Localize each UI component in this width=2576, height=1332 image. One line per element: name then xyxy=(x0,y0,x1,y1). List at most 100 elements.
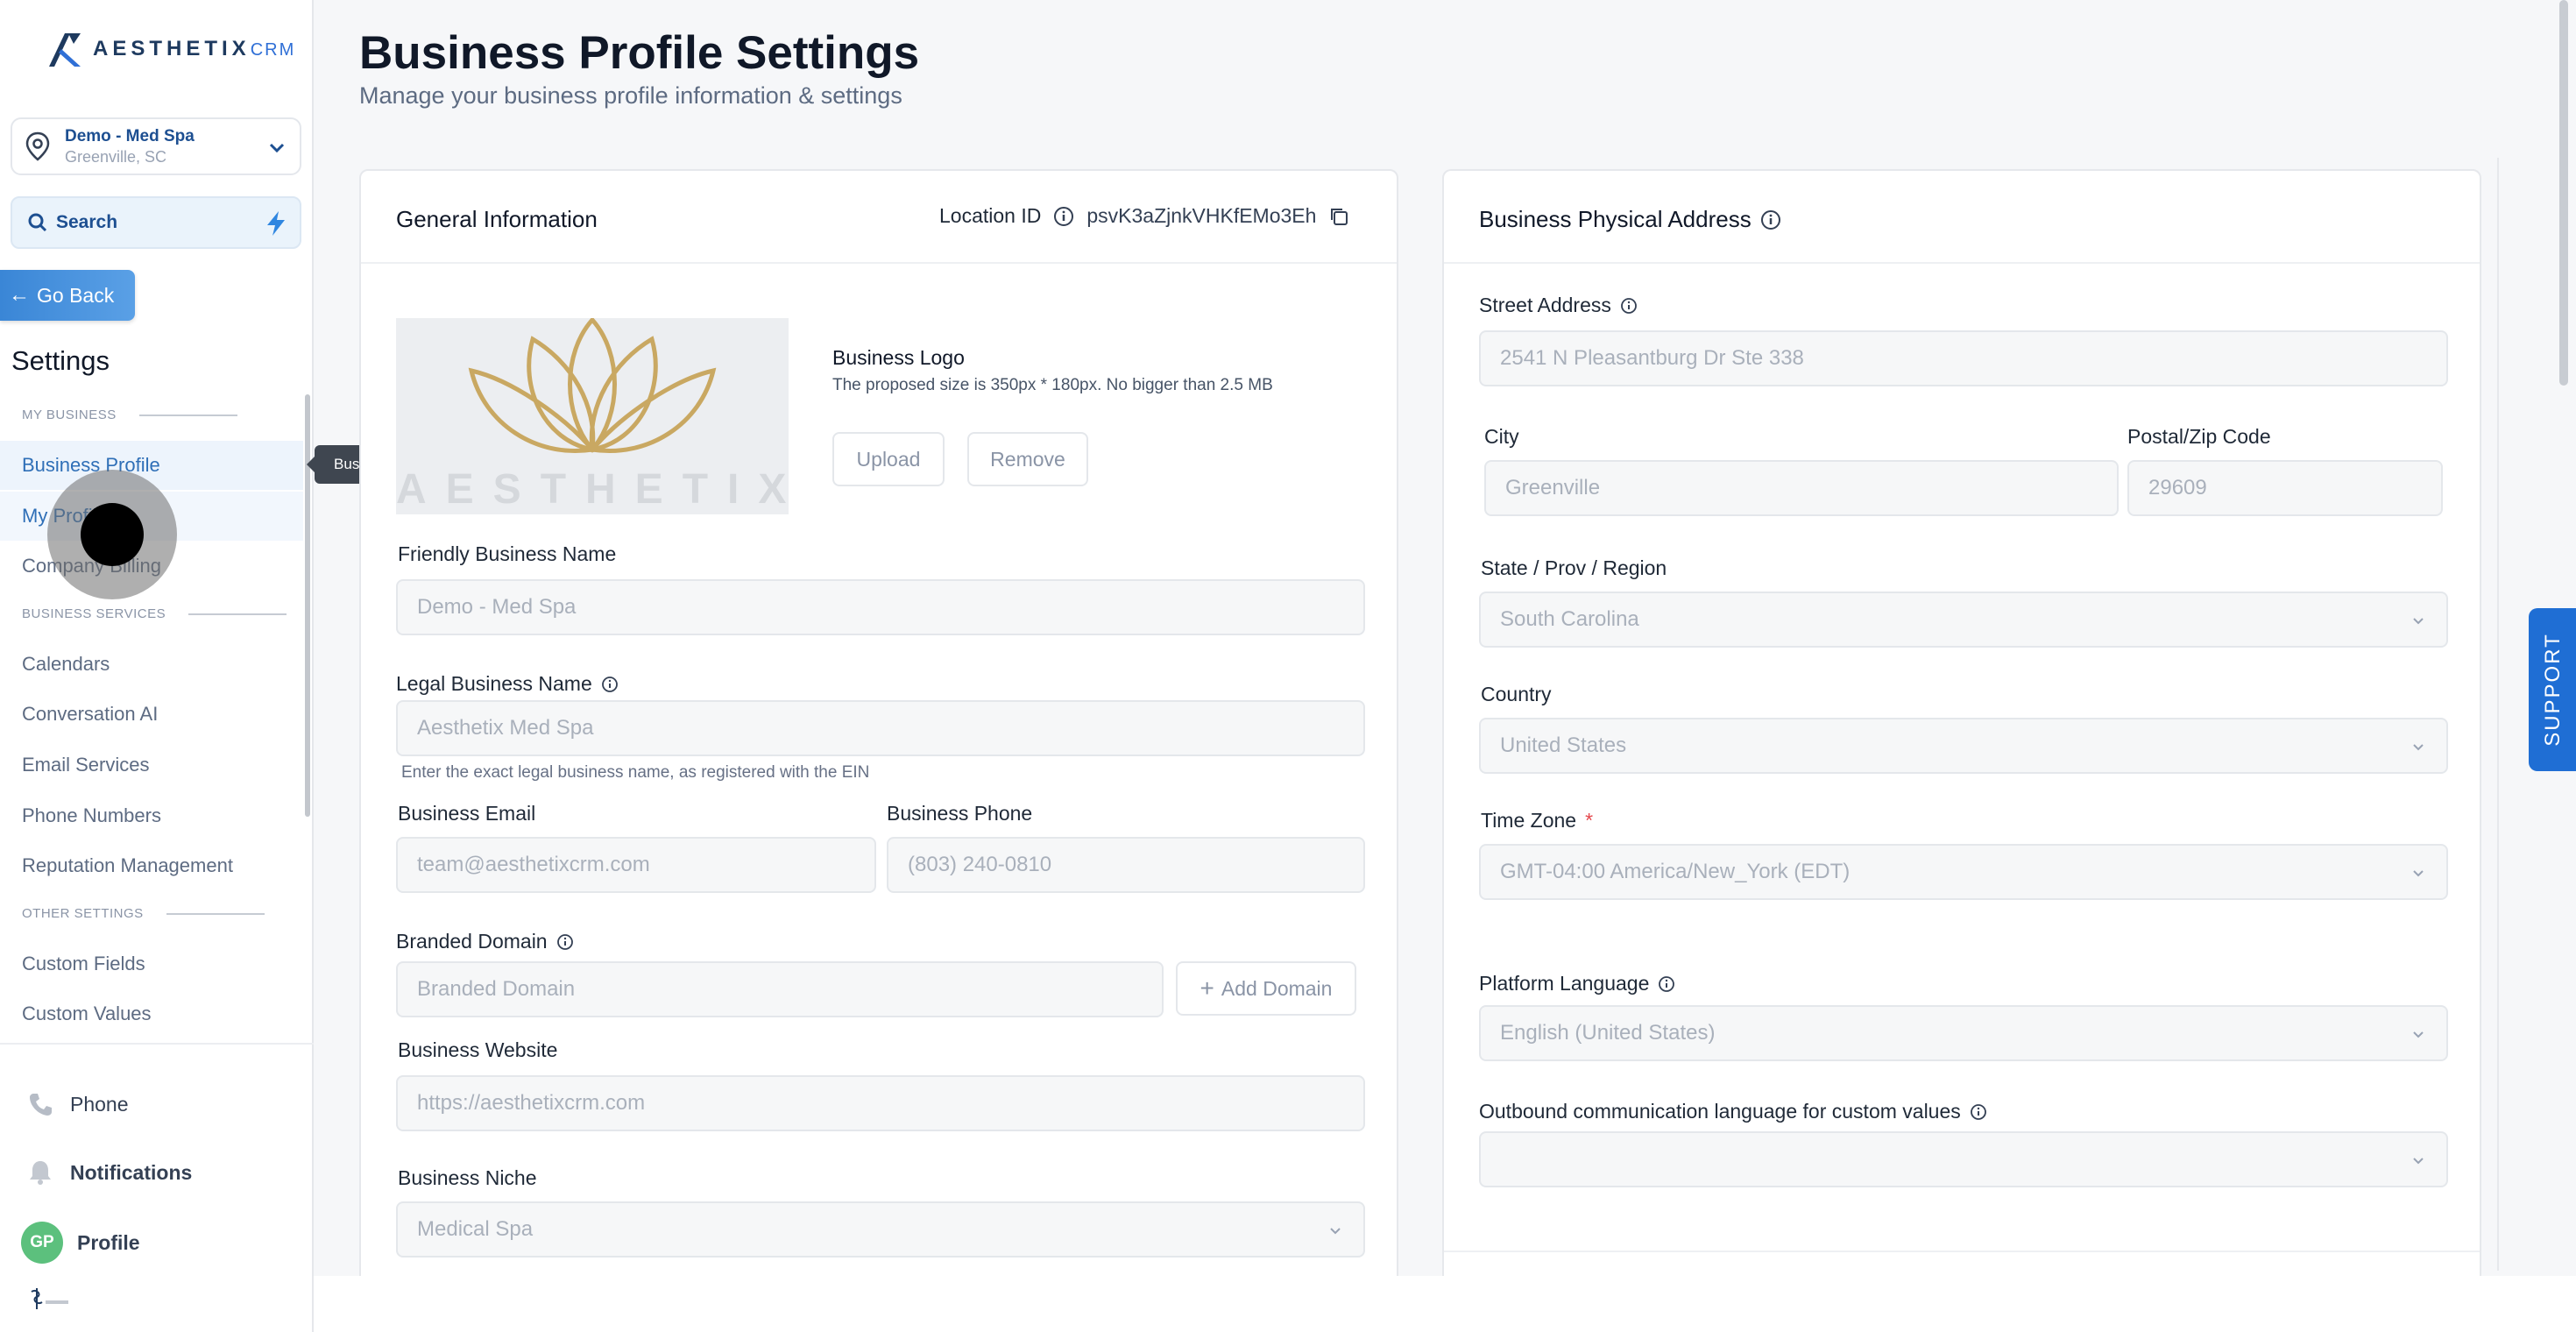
bottom-strip xyxy=(314,1276,2576,1332)
business-website-label: Business Website xyxy=(398,1038,558,1061)
notifications-button[interactable]: Notifications xyxy=(23,1155,192,1190)
country-label: Country xyxy=(1481,683,1552,705)
country-select[interactable]: United States xyxy=(1479,718,2448,774)
arrow-left-icon: ← xyxy=(9,283,30,307)
content-divider xyxy=(2497,158,2499,1271)
outbound-language-select[interactable] xyxy=(1479,1131,2448,1187)
street-address-field[interactable]: 2541 N Pleasantburg Dr Ste 338 xyxy=(1479,330,2448,386)
map-pin-icon xyxy=(25,131,50,161)
friendly-name-label: Friendly Business Name xyxy=(398,542,617,565)
card-title: General Information xyxy=(396,206,598,232)
chevron-down-icon xyxy=(2413,870,2424,877)
profile-label: Profile xyxy=(77,1230,140,1254)
legal-name-field[interactable]: Aesthetix Med Spa xyxy=(396,700,1365,756)
aesthetix-logo-icon xyxy=(49,33,81,67)
add-domain-button[interactable]: + Add Domain xyxy=(1176,961,1356,1016)
info-icon xyxy=(601,676,618,692)
sidebar-item-reputation-management[interactable]: Reputation Management xyxy=(0,841,303,890)
phone-icon xyxy=(23,1087,58,1122)
caduceus-icon xyxy=(31,1288,68,1309)
search-button[interactable]: Search xyxy=(11,196,301,249)
sidebar-item-custom-values[interactable]: Custom Values xyxy=(0,989,303,1038)
location-id-value: psvK3aZjnkVHKfEMo3Eh xyxy=(1086,204,1317,227)
sidebar-item-conversation-ai[interactable]: Conversation AI xyxy=(0,690,303,739)
general-information-card: General Information Location ID psvK3aZj… xyxy=(359,169,1398,1291)
sidebar: AESTHETIXCRM Demo - Med Spa Greenville, … xyxy=(0,0,314,1332)
business-email-label: Business Email xyxy=(398,802,536,825)
branded-domain-input[interactable]: Branded Domain xyxy=(396,961,1164,1017)
chevron-down-icon xyxy=(269,143,285,153)
page-subtitle: Manage your business profile information… xyxy=(359,82,902,109)
copy-icon[interactable] xyxy=(1328,206,1349,227)
street-address-label: Street Address xyxy=(1479,294,1638,317)
location-id-row: Location ID psvK3aZjnkVHKfEMo3Eh xyxy=(939,204,1349,228)
section-business-services: BUSINESS SERVICES xyxy=(22,606,287,621)
zip-label: Postal/Zip Code xyxy=(2127,425,2271,448)
info-icon xyxy=(1054,206,1074,226)
business-email-field[interactable]: team@aesthetixcrm.com xyxy=(396,837,876,893)
info-icon xyxy=(1760,209,1780,230)
chevron-down-icon xyxy=(2413,1158,2424,1165)
company-logo-small[interactable] xyxy=(28,1285,72,1311)
phone-button[interactable]: Phone xyxy=(23,1087,129,1122)
outbound-language-label: Outbound communication language for cust… xyxy=(1479,1100,1987,1123)
info-icon xyxy=(556,933,573,950)
chevron-down-icon xyxy=(2413,1031,2424,1038)
phone-label: Phone xyxy=(70,1092,129,1116)
avatar: GP xyxy=(21,1222,63,1264)
business-phone-label: Business Phone xyxy=(887,802,1033,825)
business-logo-hint: The proposed size is 350px * 180px. No b… xyxy=(832,376,1273,394)
remove-button[interactable]: Remove xyxy=(967,432,1088,486)
business-phone-field[interactable]: (803) 240-0810 xyxy=(887,837,1365,893)
friendly-name-field[interactable]: Demo - Med Spa xyxy=(396,579,1365,635)
sidebar-item-email-services[interactable]: Email Services xyxy=(0,740,303,790)
info-icon xyxy=(1620,297,1637,314)
timezone-label: Time Zone * xyxy=(1481,809,1594,832)
logo-watermark-text: AESTHETIX xyxy=(396,466,789,513)
country-value: United States xyxy=(1500,733,1627,757)
section-my-business: MY BUSINESS xyxy=(22,407,237,422)
location-switcher[interactable]: Demo - Med Spa Greenville, SC xyxy=(11,117,301,175)
card-divider xyxy=(1444,1251,2480,1252)
location-name: Demo - Med Spa xyxy=(65,127,195,145)
platform-language-select[interactable]: English (United States) xyxy=(1479,1005,2448,1061)
chevron-down-icon xyxy=(2413,744,2424,751)
search-label: Search xyxy=(56,212,118,232)
card-header: Business Physical Address xyxy=(1444,171,2480,264)
business-niche-label: Business Niche xyxy=(398,1166,537,1189)
sidebar-item-calendars[interactable]: Calendars xyxy=(0,640,303,689)
cursor-dot xyxy=(81,503,144,566)
brand-logo-text: AESTHETIXCRM xyxy=(93,37,296,60)
timezone-select[interactable]: GMT-04:00 America/New_York (EDT) xyxy=(1479,844,2448,900)
business-website-field[interactable]: https://aesthetixcrm.com xyxy=(396,1075,1365,1131)
branded-domain-label: Branded Domain xyxy=(396,930,574,953)
sidebar-footer: Phone Notifications GP Profile xyxy=(0,1043,314,1332)
required-asterisk: * xyxy=(1585,809,1594,832)
city-field[interactable]: Greenville xyxy=(1484,460,2119,516)
go-back-label: Go Back xyxy=(37,283,115,307)
notifications-label: Notifications xyxy=(70,1160,193,1184)
business-niche-select[interactable]: Medical Spa xyxy=(396,1201,1365,1258)
brand-logo[interactable]: AESTHETIXCRM xyxy=(47,30,295,68)
sidebar-item-custom-fields[interactable]: Custom Fields xyxy=(0,939,303,988)
support-tab[interactable]: SUPPORT xyxy=(2529,608,2576,771)
state-select[interactable]: South Carolina xyxy=(1479,592,2448,648)
city-label: City xyxy=(1484,425,1519,448)
go-back-button[interactable]: ← Go Back xyxy=(0,270,135,321)
business-niche-value: Medical Spa xyxy=(417,1217,534,1241)
plus-icon: + xyxy=(1200,974,1214,1002)
zip-field[interactable]: 29609 xyxy=(2127,460,2443,516)
search-icon xyxy=(28,213,47,232)
lightning-bolt-icon[interactable] xyxy=(265,210,287,237)
lotus-logo-icon xyxy=(468,318,717,453)
page-scrollbar[interactable] xyxy=(2557,0,2571,386)
timezone-value: GMT-04:00 America/New_York (EDT) xyxy=(1500,860,1851,883)
sidebar-item-phone-numbers[interactable]: Phone Numbers xyxy=(0,791,303,840)
platform-language-value: English (United States) xyxy=(1500,1021,1716,1045)
legal-name-helper: Enter the exact legal business name, as … xyxy=(401,763,870,782)
upload-button[interactable]: Upload xyxy=(832,432,945,486)
profile-button[interactable]: GP Profile xyxy=(21,1222,140,1264)
business-address-card: Business Physical Address Street Address… xyxy=(1442,169,2481,1291)
card-title: Business Physical Address xyxy=(1479,206,1781,233)
add-domain-label: Add Domain xyxy=(1221,976,1333,1000)
